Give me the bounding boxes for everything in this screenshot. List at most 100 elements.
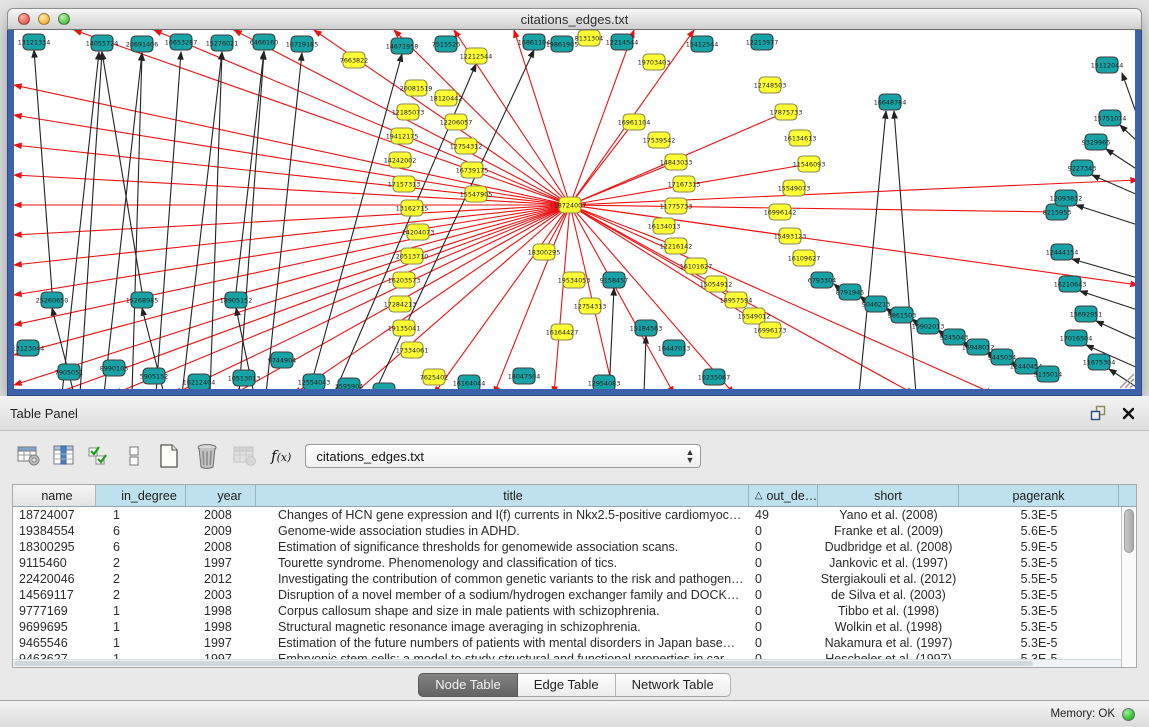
graph-node[interactable]: 19135041 <box>388 320 421 336</box>
graph-node[interactable]: 16961104 <box>618 114 651 130</box>
graph-node[interactable]: 25260650 <box>36 292 69 308</box>
graph-node[interactable]: 15112044 <box>1091 57 1124 73</box>
graph-node[interactable]: 16134613 <box>784 130 817 146</box>
table-settings-icon[interactable] <box>16 443 42 469</box>
graph-node[interactable]: 15751074 <box>1094 110 1127 126</box>
graph-node[interactable]: 6466160 <box>250 34 278 50</box>
graph-node[interactable]: 15276021 <box>206 35 239 51</box>
graph-node[interactable]: 9135014 <box>1034 366 1062 382</box>
graph-node[interactable]: 18957594 <box>720 292 753 308</box>
graph-node[interactable]: 8791945 <box>836 284 864 300</box>
graph-node[interactable]: 9329966 <box>1082 134 1110 150</box>
graph-node[interactable]: 16739175 <box>456 162 489 178</box>
table-row[interactable]: 969969511998Structural magnetic resonanc… <box>13 619 1136 635</box>
table-row[interactable]: 946554611997Estimation of the future num… <box>13 635 1136 651</box>
delete-column-icon[interactable] <box>194 443 220 469</box>
graph-node[interactable]: 14671958 <box>386 38 419 54</box>
graph-node[interactable]: 18047504 <box>508 368 541 384</box>
graph-node[interactable]: 5905152 <box>140 368 168 384</box>
graph-node[interactable]: 17167313 <box>668 176 701 192</box>
float-panel-icon[interactable] <box>1087 403 1109 423</box>
column-header-name[interactable]: name <box>13 485 96 506</box>
horizontal-scrollbar-thumb[interactable] <box>14 661 1033 666</box>
vertical-scrollbar[interactable] <box>1121 507 1136 667</box>
graph-node[interactable]: 20081519 <box>400 80 433 96</box>
graph-node[interactable]: 19861905 <box>546 36 579 52</box>
graph-node[interactable]: 18905152 <box>220 292 253 308</box>
table-row[interactable]: 1938455462009Genome-wide association stu… <box>13 523 1136 539</box>
graph-node[interactable]: 9744904 <box>268 352 296 368</box>
graph-node[interactable]: 16210643 <box>1054 276 1087 292</box>
graph-node[interactable]: 12213977 <box>746 34 779 50</box>
graph-node[interactable]: 12554043 <box>298 374 331 389</box>
graph-node[interactable]: 12206057 <box>440 114 473 130</box>
resize-grip-icon[interactable] <box>1120 374 1134 388</box>
graph-node[interactable]: 17284213 <box>384 296 417 312</box>
graph-node[interactable]: 9227343 <box>1068 160 1096 176</box>
tab-network-table[interactable]: Network Table <box>616 673 731 697</box>
table-row[interactable]: 1456911722003Disruption of a novel membe… <box>13 587 1136 603</box>
graph-node[interactable]: 7515526 <box>432 36 460 52</box>
horizontal-scrollbar[interactable] <box>13 659 1121 667</box>
graph-node[interactable]: 9046213 <box>862 296 890 312</box>
graph-node[interactable]: 9135045 <box>370 383 398 389</box>
column-header-year[interactable]: year <box>186 485 256 506</box>
graph-node[interactable]: 16203573 <box>388 272 421 288</box>
graph-node[interactable]: 12754312 <box>450 138 483 154</box>
graph-node[interactable]: 11546093 <box>793 156 826 172</box>
graph-node[interactable]: 10719185 <box>286 36 319 52</box>
column-header-pagerank[interactable]: pagerank <box>959 485 1119 506</box>
graph-node[interactable]: 15549073 <box>778 180 811 196</box>
graph-node[interactable]: 12212544 <box>460 48 493 64</box>
graph-node[interactable]: 9861503 <box>888 307 916 323</box>
window-titlebar[interactable]: citations_edges.txt <box>7 8 1142 30</box>
graph-node[interactable]: 12214544 <box>606 34 639 50</box>
vertical-scrollbar-thumb[interactable] <box>1124 509 1134 553</box>
graph-node[interactable]: 12954083 <box>588 375 621 389</box>
table-row[interactable]: 977716911998Corpus callosum shape and si… <box>13 603 1136 619</box>
graph-node[interactable]: 10513013 <box>228 370 261 386</box>
graph-node[interactable]: 15692951 <box>1070 306 1103 322</box>
graph-node[interactable]: 12444154 <box>1046 244 1079 260</box>
column-header-title[interactable]: title <box>256 485 749 506</box>
graph-node[interactable]: 3595904 <box>335 378 363 389</box>
table-chooser-dropdown[interactable]: citations_edges.txt ▲▼ <box>305 444 701 468</box>
select-all-icon[interactable] <box>86 443 112 469</box>
graph-node[interactable]: 11675304 <box>1083 354 1116 370</box>
graph-node[interactable]: 8990105 <box>100 360 128 376</box>
graph-node[interactable]: 16101627 <box>680 258 713 274</box>
table-row[interactable]: 911546021997Tourette syndrome. Phenomeno… <box>13 555 1136 571</box>
column-header-short[interactable]: short <box>818 485 959 506</box>
graph-node[interactable]: 17016504 <box>1060 330 1093 346</box>
graph-node[interactable]: 15412544 <box>686 36 719 52</box>
graph-node[interactable]: 16164427 <box>546 324 579 340</box>
close-panel-icon[interactable] <box>1117 403 1139 423</box>
row-toggle-icon[interactable] <box>121 443 147 469</box>
graph-node[interactable]: 17875733 <box>770 104 803 120</box>
tab-node-table[interactable]: Node Table <box>418 673 518 697</box>
graph-node[interactable]: 16648784 <box>874 94 907 110</box>
graph-node[interactable]: 13121334 <box>18 34 51 50</box>
graph-node[interactable]: 10235067 <box>698 369 731 385</box>
graph-node[interactable]: 6793304 <box>808 272 836 288</box>
table-row[interactable]: 1830029562008Estimation of significance … <box>13 539 1136 555</box>
graph-node[interactable]: 15493123 <box>774 228 807 244</box>
column-select-icon[interactable] <box>51 443 77 469</box>
column-header-out_de[interactable]: △out_de… <box>749 485 818 506</box>
graph-node[interactable]: 8131304 <box>575 30 603 46</box>
graph-node[interactable]: 16996142 <box>764 204 797 220</box>
graph-node[interactable]: 7905051 <box>55 364 83 380</box>
column-header-in_degree[interactable]: in_degree <box>96 485 186 506</box>
graph-node[interactable]: 12754313 <box>574 298 607 314</box>
table-row[interactable]: 1872400712008Changes of HCN gene express… <box>13 507 1136 523</box>
graph-node[interactable]: 9158457 <box>600 272 628 288</box>
function-builder-icon[interactable]: f(x) <box>271 447 291 465</box>
graph-node[interactable]: 13123044 <box>14 340 44 356</box>
graph-node[interactable]: 16109627 <box>788 250 821 266</box>
graph-node[interactable]: 16164044 <box>453 375 486 389</box>
graph-node[interactable]: 17157313 <box>388 176 421 192</box>
graph-node[interactable]: 12748503 <box>754 77 787 93</box>
graph-node[interactable]: 19534053 <box>558 272 591 288</box>
tab-edge-table[interactable]: Edge Table <box>518 673 616 697</box>
graph-node[interactable]: 17334061 <box>396 342 429 358</box>
